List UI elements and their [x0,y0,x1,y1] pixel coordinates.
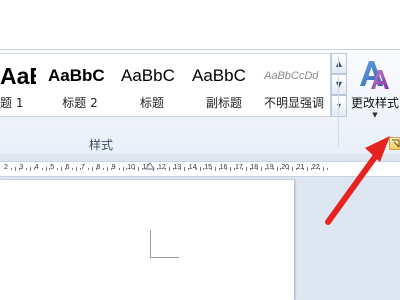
style-label-subtitle: 副标题 [205,96,242,110]
ruler-number: 8 [96,164,101,171]
gallery-scroll-up-icon[interactable]: ▲ [331,53,347,74]
ruler-tick [195,168,197,170]
ruler-tick [134,168,136,170]
style-sample-subtitle: AaBbC [192,66,246,85]
styles-aa-icon [360,61,389,89]
ruler-tick [184,167,186,171]
ruler-tick [60,167,62,171]
ruler-tick [291,167,293,171]
style-heading-1[interactable]: AaBb 题 1 [0,54,36,116]
style-subtle-emphasis[interactable]: AaBbCcDd 不明显强调 [260,54,328,116]
ruler-tick [230,167,232,171]
ruler-tick [180,168,182,170]
ruler-number: 7 [81,164,85,171]
style-subtitle[interactable]: AaBbC 副标题 [190,54,258,116]
ruler-number: 6 [65,164,70,171]
ruler-tick [137,167,139,171]
ruler-tick [107,167,109,171]
change-styles-label: 更改样式 [350,96,399,110]
ruler-tick [261,167,263,171]
style-sample-title: AaBbC [121,66,175,85]
ruler-number: 3 [19,164,24,171]
change-styles-button[interactable]: 更改样式 ▼ [348,55,400,125]
ruler-tick [288,168,290,170]
gallery-more-icon[interactable]: ▾ [331,95,347,117]
ruler-tick [91,167,93,171]
ruler-tick [307,167,309,171]
style-heading-2[interactable]: AaBbC 标题 2 [46,54,114,116]
ruler-number: 2 [4,164,8,171]
ribbon-top-strip [0,0,400,49]
ruler-tick [276,167,278,171]
style-sample-heading-1: AaBb [0,63,36,89]
ruler-number: 5 [50,164,55,171]
ruler-tick [168,167,170,171]
ruler-tick [103,168,105,170]
style-gallery: AaBb 题 1 AaBbC 标题 2 AaBbC 标题 AaBbC 副标题 A… [0,53,331,117]
ruler-tick [30,167,32,171]
ruler-tick [10,168,12,170]
ruler-number: 9 [111,164,116,171]
chevron-down-icon: ▼ [372,111,378,119]
style-title[interactable]: AaBbC 标题 [118,54,186,116]
gallery-scroll-down-icon[interactable]: ▼ [331,74,347,95]
indent-marker-icon[interactable] [145,161,155,170]
style-label-heading-1: 题 1 [0,96,24,110]
ruler-tick [14,167,16,171]
ruler-tick [226,168,228,170]
styles-group-label: 样式 [89,138,114,152]
red-arrow-annotation [325,136,390,225]
ruler-tick [122,167,124,171]
margin-corner-mark-horizontal [150,257,179,258]
ruler-number: 4 [34,164,39,171]
ruler-tick [257,168,259,170]
style-sample-heading-2: AaBbC [48,66,105,85]
margin-corner-mark-vertical [150,230,151,257]
ruler-tick [76,167,78,171]
ruler-tick [118,168,120,170]
ruler-tick [41,168,43,170]
ruler-tick [211,168,213,170]
ruler-tick [214,167,216,171]
ruler-tick [164,168,166,170]
ruler-tick [272,168,274,170]
ruler-tick [26,168,28,170]
ruler-tick [241,168,243,170]
document-page[interactable] [0,180,294,300]
style-sample-subtle-emphasis: AaBbCcDd [264,70,319,82]
ruler-tick [199,167,201,171]
ruler-tick [303,168,305,170]
ruler-tick [245,167,247,171]
style-label-title: 标题 [139,96,164,110]
ruler-tick [57,168,59,170]
ruler-tick [87,168,89,170]
style-label-heading-2: 标题 2 [62,96,98,110]
style-label-subtle-emphasis: 不明显强调 [263,96,324,110]
ruler-tick [45,167,47,171]
ruler-tick [72,168,74,170]
